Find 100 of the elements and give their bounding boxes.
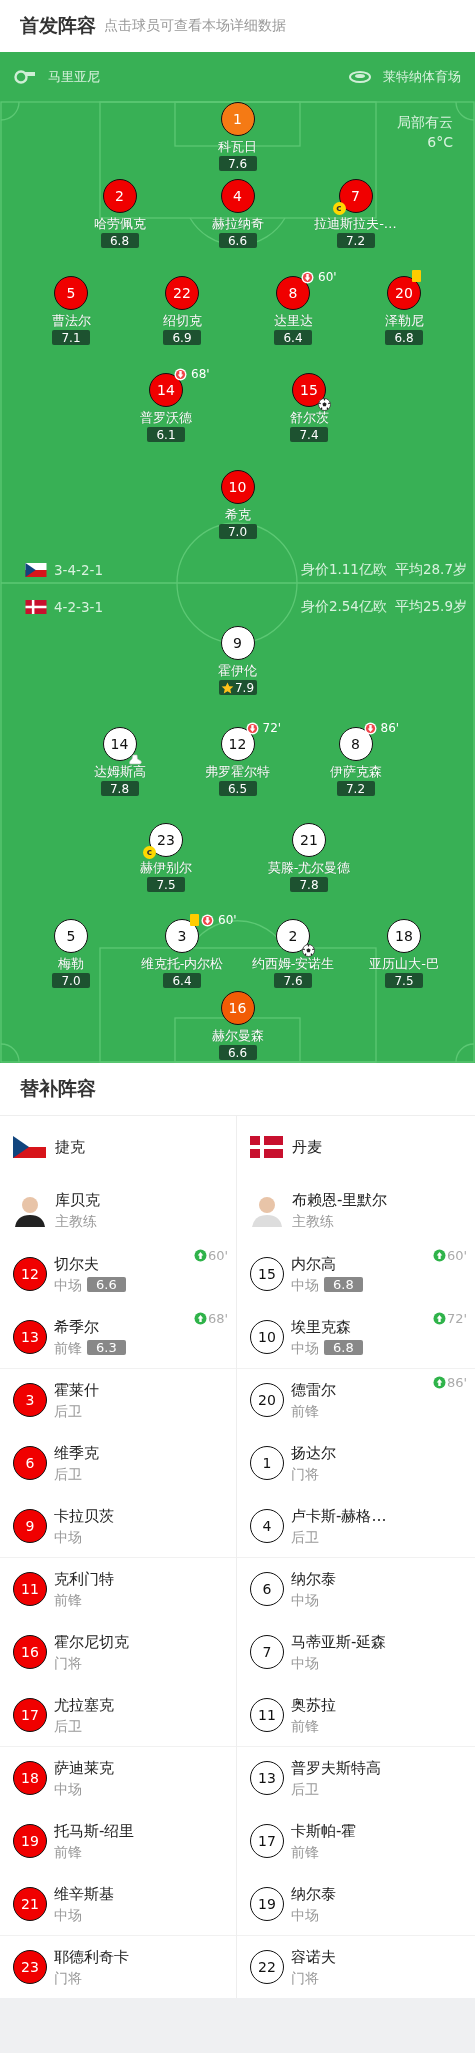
substitution-off-icon: [301, 270, 314, 284]
player-number[interactable]: 3: [13, 1383, 47, 1417]
flag-icon: [25, 562, 47, 577]
player-position: 前锋: [54, 1338, 82, 1357]
player-number[interactable]: 13: [250, 1761, 284, 1795]
player-position: 门将: [291, 1464, 319, 1483]
player-name: 霍伊伦: [218, 663, 257, 679]
rating-value: 6.4: [283, 330, 303, 345]
referee-name: 马里亚尼: [48, 68, 100, 86]
rating-value: 7.0: [61, 973, 81, 988]
player-number[interactable]: 8: [338, 727, 373, 761]
substitution-minute: 86': [446, 1375, 467, 1390]
player-name: 霍莱什: [54, 1380, 99, 1400]
player-name: 卡斯帕-霍: [291, 1820, 357, 1841]
player-name: 卢卡斯-赫格…: [291, 1505, 387, 1526]
substitution-off-icon: [363, 721, 377, 735]
player-number[interactable]: 22: [165, 276, 199, 310]
player-position: 中场: [54, 1527, 82, 1546]
player-name: 泽勒尼: [384, 313, 424, 329]
player-name: 耶德利奇卡: [54, 1947, 129, 1967]
substitution-minute: 60': [218, 913, 237, 927]
rating-value: 7.2: [345, 781, 366, 796]
player-number[interactable]: 17: [250, 1823, 284, 1858]
player-number[interactable]: 4: [250, 1508, 284, 1543]
player-name: 普罗夫斯特高: [291, 1758, 381, 1778]
player-number[interactable]: 11: [250, 1697, 284, 1732]
substitution-minute: 60': [207, 1248, 228, 1263]
player-number[interactable]: 19: [13, 1823, 47, 1858]
player-position: 后卫: [291, 1527, 319, 1546]
player-number[interactable]: 7: [250, 1634, 284, 1669]
rating-value: 6.6: [227, 233, 248, 248]
player-number[interactable]: 5: [54, 919, 88, 953]
corner-arc: [0, 1043, 20, 1063]
player-name: 萨迪莱克: [54, 1758, 114, 1778]
player-number[interactable]: 12: [13, 1256, 47, 1291]
substitution-minute: 60': [446, 1248, 467, 1263]
player-name: 克利门特: [54, 1569, 114, 1589]
rating-value: 7.5: [156, 877, 176, 892]
rating-value: 6.8: [109, 233, 130, 248]
player-name: 内尔高: [291, 1253, 337, 1274]
player-number[interactable]: 13: [13, 1319, 47, 1354]
player-number[interactable]: 9: [13, 1508, 47, 1543]
player-number[interactable]: 10: [250, 1319, 284, 1354]
section-title: 首发阵容: [20, 13, 96, 38]
player-name: 维辛斯基: [54, 1883, 114, 1904]
player-number[interactable]: 21: [292, 823, 326, 857]
player-position: 后卫: [54, 1464, 82, 1483]
rating-value: 6.8: [394, 330, 414, 345]
player-number[interactable]: 10: [220, 470, 255, 504]
player-number[interactable]: 23: [13, 1950, 47, 1984]
substitution-off-icon: [174, 367, 187, 381]
player-position: 中场: [291, 1591, 319, 1609]
substitution-off-icon: [201, 913, 214, 927]
substitution-on-icon: [432, 1249, 446, 1262]
player-number[interactable]: 3: [165, 919, 199, 953]
player-number[interactable]: 18: [13, 1761, 47, 1795]
player-number[interactable]: 8: [276, 276, 310, 310]
player-name: 奥苏拉: [291, 1694, 336, 1715]
player-number[interactable]: 6: [250, 1572, 284, 1606]
player-name: 维季克: [54, 1442, 99, 1463]
player-number[interactable]: 14: [149, 373, 183, 407]
player-name: 切尔夫: [54, 1253, 100, 1274]
player-rating: 6.3: [87, 1340, 126, 1355]
player-number[interactable]: 21: [13, 1886, 47, 1921]
player-number[interactable]: 14: [102, 727, 137, 761]
formation: 3-4-2-1: [54, 561, 103, 578]
player-number[interactable]: 17: [13, 1697, 47, 1732]
team-name: 丹麦: [292, 1137, 322, 1157]
player-number[interactable]: 9: [220, 626, 255, 660]
player-position: 中场: [291, 1275, 319, 1294]
average-age: 平均25.9岁: [394, 597, 467, 616]
player-number[interactable]: 4: [220, 179, 255, 213]
player-name: 马蒂亚斯-延森: [291, 1631, 387, 1652]
player-number[interactable]: 16: [13, 1634, 47, 1669]
player-number[interactable]: 22: [250, 1950, 284, 1984]
player-name: 达里达: [273, 313, 313, 329]
player-number[interactable]: 18: [387, 919, 421, 953]
player-number[interactable]: 16: [220, 991, 255, 1025]
player-number[interactable]: 2: [102, 179, 137, 213]
player-number[interactable]: 6: [13, 1445, 47, 1480]
player-number[interactable]: 20: [387, 276, 421, 310]
football-icon: [318, 398, 331, 411]
player-number[interactable]: 5: [54, 276, 88, 310]
player-number[interactable]: 12: [220, 727, 255, 761]
player-number[interactable]: 2: [276, 919, 310, 953]
football-icon: [302, 944, 315, 957]
player-number[interactable]: 1: [220, 102, 255, 136]
rating-value: 6.6: [227, 1045, 248, 1060]
player-number[interactable]: 15: [250, 1256, 284, 1291]
player-number[interactable]: 19: [250, 1886, 284, 1921]
player-number[interactable]: 11: [13, 1572, 47, 1606]
player-position: 中场: [54, 1275, 82, 1294]
flag-icon: [250, 1136, 283, 1158]
player-name: 赫伊别尔: [140, 860, 192, 876]
player-name: 埃里克森: [291, 1316, 352, 1337]
substitution-minute: 72': [446, 1311, 467, 1326]
player-name: 维克托-内尔松: [140, 956, 224, 972]
player-number[interactable]: 1: [250, 1445, 284, 1480]
player-number[interactable]: 20: [250, 1383, 284, 1417]
player-number[interactable]: 15: [292, 373, 326, 407]
